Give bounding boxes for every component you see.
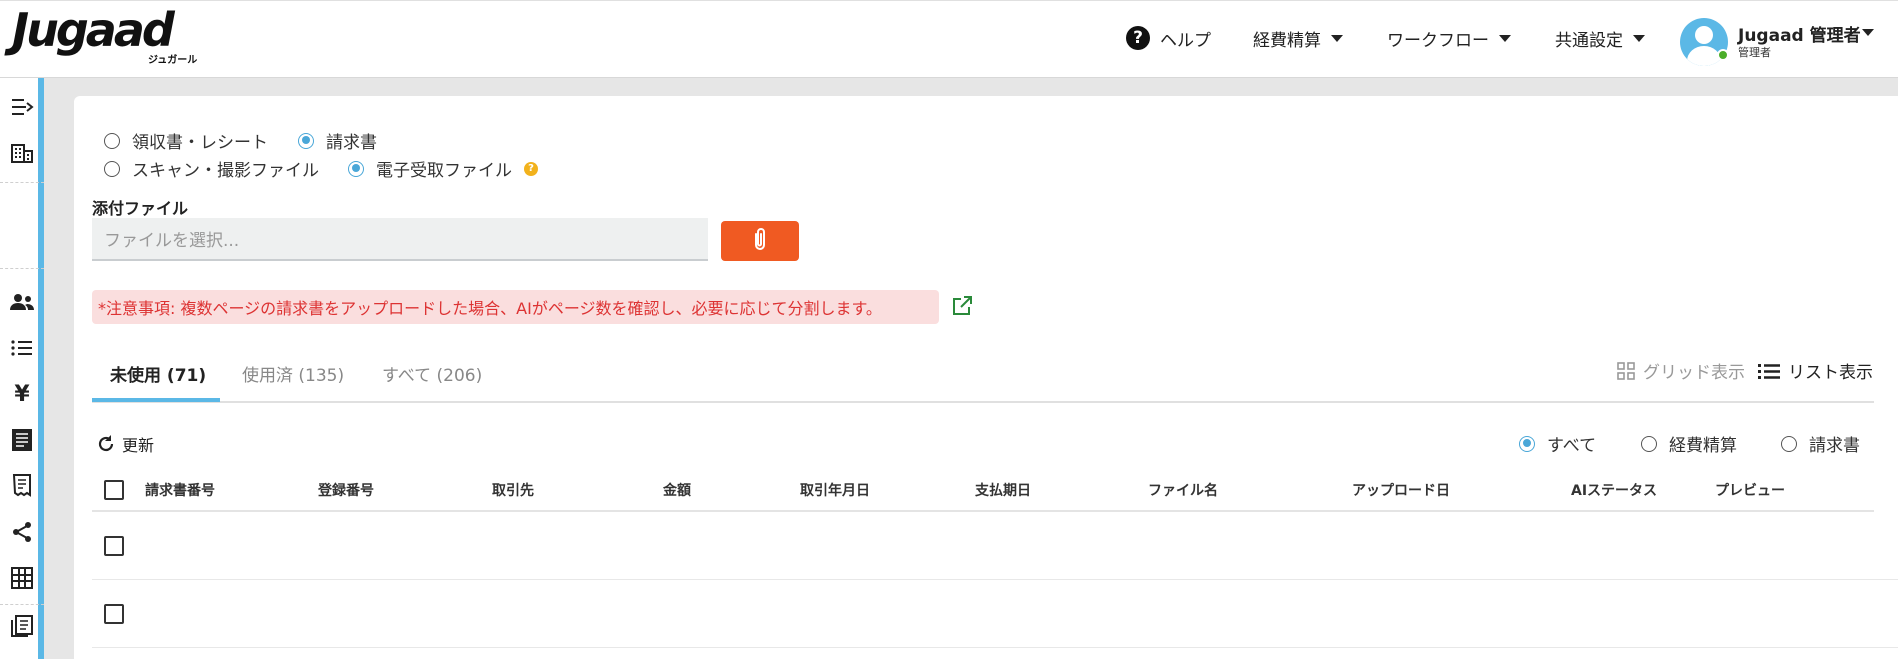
receipt-icon[interactable] [8,426,36,454]
radio-icon [104,132,120,149]
row-checkbox[interactable] [104,604,124,624]
refresh-button[interactable]: 更新 [96,432,154,456]
file-type-scan-label: スキャン・撮影ファイル [132,161,319,181]
filter-expense-radio[interactable]: 経費精算 [1641,431,1737,456]
table-row [92,512,1898,580]
expense-menu-label: 経費精算 [1253,30,1321,51]
user-name[interactable]: Jugaad 管理者 [1738,21,1861,46]
table-row [92,580,1898,648]
file-type-scan-radio[interactable]: スキャン・撮影ファイル [104,156,319,181]
radio-icon [1781,435,1797,452]
split-notice: *注意事項: 複数ページの請求書をアップロードした場合、AIがページ数を確認し、… [92,290,939,324]
expand-menu-icon[interactable] [8,93,36,121]
help-question-icon[interactable]: ? [524,161,538,176]
active-tab-indicator [92,398,220,402]
grid-view-toggle[interactable]: グリッド表示 [1617,358,1745,383]
refresh-label: 更新 [122,436,155,455]
file-type-electronic-radio[interactable]: 電子受取ファイル ? [348,156,538,181]
user-role: 管理者 [1738,46,1771,59]
sidebar-divider [0,604,44,605]
workflow-menu-label: ワークフロー [1387,30,1489,51]
sidebar-divider [0,268,44,269]
tab-all[interactable]: すべて (206) [382,343,482,403]
refresh-icon [96,434,116,454]
sidebar-divider [0,182,44,183]
user-menu-caret-icon[interactable] [1862,29,1874,36]
share-icon[interactable] [8,518,36,546]
split-notice-text: *注意事項: 複数ページの請求書をアップロードした場合、AIがページ数を確認し、… [98,299,882,318]
logo-subtext: ジュガール [148,55,198,66]
caret-down-icon [1633,34,1645,42]
app-header: Jugaad ジュガール ? ヘルプ 経費精算 ワークフロー 共通設定 Juga… [0,0,1898,78]
online-status-icon [1717,49,1729,61]
col-file-name[interactable]: ファイル名 [1148,470,1218,510]
yen-icon[interactable]: ¥ [8,380,36,408]
caret-down-icon [1499,34,1511,42]
tab-used[interactable]: 使用済 (135) [242,343,344,403]
doc-type-receipt-radio[interactable]: 領収書・レシート [104,128,268,153]
filter-all-label: すべて [1547,436,1597,456]
attach-file-button[interactable] [721,221,799,261]
workflow-menu[interactable]: ワークフロー [1387,23,1511,53]
table-header: 請求書番号 登録番号 取引先 金額 取引年月日 支払期日 ファイル名 アップロー… [92,470,1874,512]
grid-view-icon [1617,361,1635,380]
expense-menu[interactable]: 経費精算 [1253,23,1343,53]
row-checkbox[interactable] [104,536,124,556]
col-registration-number[interactable]: 登録番号 [318,470,374,510]
col-upload-date[interactable]: アップロード日 [1352,470,1450,510]
common-settings-menu[interactable]: 共通設定 [1555,23,1645,53]
list-view-toggle[interactable]: リスト表示 [1758,358,1873,383]
col-amount[interactable]: 金額 [663,470,691,510]
file-select-input[interactable]: ファイルを選択... [92,218,708,261]
app-logo[interactable]: Jugaad ジュガール [12,7,202,67]
filter-invoice-label: 請求書 [1809,436,1860,456]
help-menu[interactable]: ? ヘルプ [1126,23,1211,53]
radio-selected-icon [298,132,314,149]
col-vendor[interactable]: 取引先 [492,470,534,510]
radio-selected-icon [348,160,364,177]
building-icon[interactable] [8,139,36,167]
list-view-icon [1758,363,1780,379]
filter-expense-label: 経費精算 [1669,436,1737,456]
grid-icon[interactable] [8,564,36,592]
col-due-date[interactable]: 支払期日 [975,470,1031,510]
caret-down-icon [1331,34,1343,42]
common-settings-label: 共通設定 [1555,30,1623,51]
col-transaction-date[interactable]: 取引年月日 [800,470,870,510]
col-ai-status[interactable]: AIステータス [1571,470,1657,510]
filter-invoice-radio[interactable]: 請求書 [1781,431,1860,456]
paperclip-icon [751,226,769,256]
attach-file-label: 添付ファイル [92,199,189,218]
radio-selected-icon [1519,435,1535,452]
file-type-electronic-label: 電子受取ファイル [376,161,512,181]
users-icon[interactable] [8,288,36,316]
col-invoice-number[interactable]: 請求書番号 [145,470,215,510]
external-link-icon[interactable] [950,294,974,318]
grid-view-label: グリッド表示 [1643,363,1745,383]
doc-type-receipt-label: 領収書・レシート [132,133,268,153]
filter-all-radio[interactable]: すべて [1519,431,1596,456]
file-select-placeholder: ファイルを選択... [104,231,240,251]
tab-unused[interactable]: 未使用 (71) [110,343,206,403]
invoice-icon[interactable] [8,472,36,500]
sidebar: ¥ [0,78,44,659]
list-view-label: リスト表示 [1788,363,1873,383]
doc-type-invoice-label: 請求書 [326,133,377,153]
radio-icon [1641,435,1657,452]
usage-tabs: 未使用 (71) 使用済 (135) すべて (206) [92,343,1874,403]
help-label: ヘルプ [1160,30,1211,51]
doc-type-invoice-radio[interactable]: 請求書 [298,128,377,153]
help-icon: ? [1126,26,1150,50]
select-all-checkbox[interactable] [104,470,124,510]
radio-icon [104,160,120,177]
logo-text: Jugaad [12,3,175,57]
journal-icon[interactable] [8,612,36,640]
list-icon[interactable] [8,334,36,362]
col-preview[interactable]: プレビュー [1715,470,1785,510]
